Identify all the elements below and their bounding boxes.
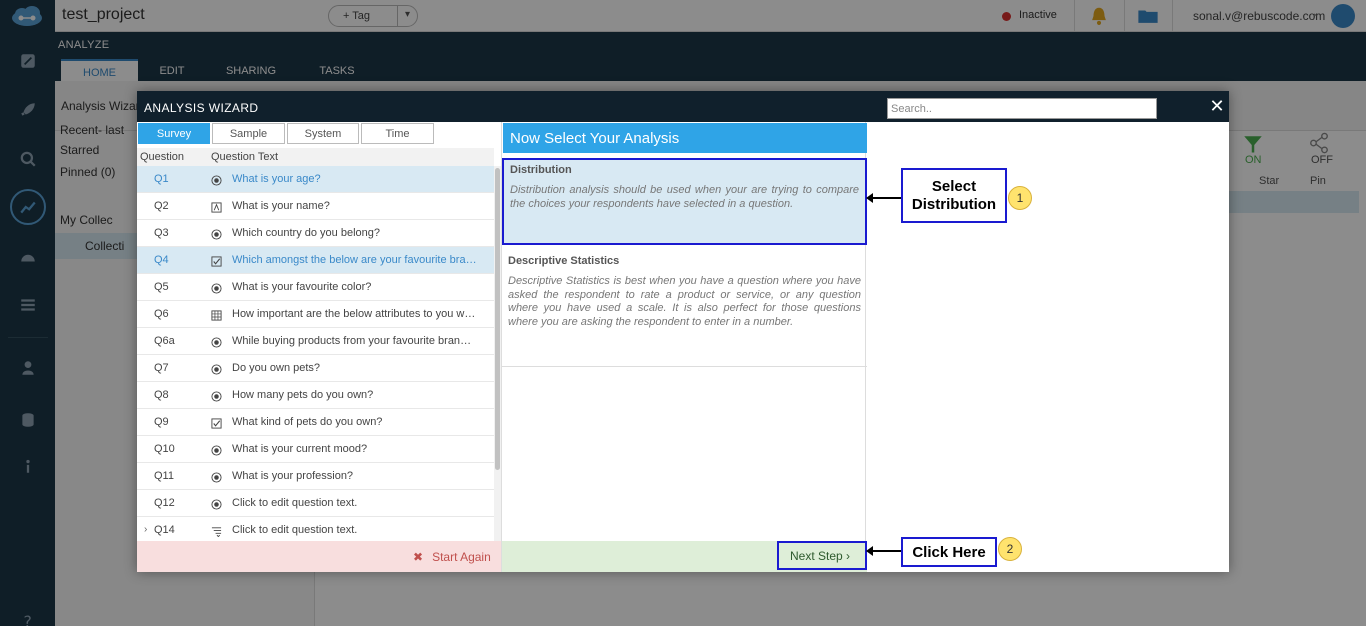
question-text: What is your current mood? — [232, 443, 368, 455]
tab-survey[interactable]: Survey — [138, 123, 210, 144]
radio-icon — [211, 337, 222, 348]
question-row[interactable]: Q7 Do you own pets? — [137, 355, 494, 382]
question-text: While buying products from your favourit… — [232, 335, 477, 347]
question-id: Q6a — [154, 335, 175, 347]
start-again-label: Start Again — [432, 550, 491, 564]
question-id: Q4 — [154, 254, 169, 266]
col-question-header: Question — [140, 151, 185, 163]
question-row[interactable]: Q5 What is your favourite color? — [137, 274, 494, 301]
question-text: What is your profession? — [232, 470, 354, 482]
question-text: Do you own pets? — [232, 362, 321, 374]
callout-badge-2: 2 — [998, 537, 1022, 561]
source-tabs: Survey Sample System Time — [137, 122, 501, 148]
question-text: What is your name? — [232, 200, 330, 212]
question-scroll-thumb[interactable] — [495, 168, 500, 470]
close-x-icon: ✖ — [413, 550, 424, 564]
question-id: Q12 — [154, 497, 175, 509]
question-id: Q14 — [154, 524, 175, 536]
question-row[interactable]: Q8 How many pets do you own? — [137, 382, 494, 409]
radio-icon — [211, 229, 222, 240]
analysis-wizard-modal: ANALYSIS WIZARD ✕ Survey Sample System T… — [137, 91, 1229, 572]
text-icon — [211, 202, 222, 213]
checkbox-icon — [211, 418, 222, 429]
modal-header: ANALYSIS WIZARD ✕ — [137, 91, 1229, 122]
question-id: Q5 — [154, 281, 169, 293]
question-row[interactable]: Q1 What is your age? — [137, 166, 494, 193]
start-again-button[interactable]: ✖ Start Again — [413, 550, 491, 564]
question-id: Q6 — [154, 308, 169, 320]
analysis-header: Now Select Your Analysis — [503, 123, 867, 153]
question-row[interactable]: Q3 Which country do you belong? — [137, 220, 494, 247]
question-row[interactable]: Q9 What kind of pets do you own? — [137, 409, 494, 436]
question-id: Q1 — [154, 173, 169, 185]
radio-icon — [211, 364, 222, 375]
callout-badge-1: 1 — [1008, 186, 1032, 210]
search-input[interactable] — [887, 98, 1157, 119]
question-row[interactable]: Q4 Which amongst the below are your favou… — [137, 247, 494, 274]
question-row[interactable]: Q6 How important are the below attributes… — [137, 301, 494, 328]
callout-arrow-1 — [866, 193, 901, 203]
question-list: Q1 What is your age? Q2 What is your name? Q… — [137, 166, 494, 541]
grid-icon — [211, 310, 222, 321]
analysis-column: Now Select Your Analysis Distribution Di… — [501, 122, 867, 572]
analysis-description: Descriptive Statistics is best when you … — [508, 275, 861, 328]
left-footer: ✖ Start Again — [137, 541, 501, 572]
question-id: Q7 — [154, 362, 169, 374]
radio-icon — [211, 283, 222, 294]
analysis-title: Descriptive Statistics — [508, 255, 620, 267]
analysis-title: Distribution — [510, 164, 572, 176]
analysis-option-distribution[interactable]: Distribution Distribution analysis shoul… — [502, 158, 867, 245]
question-text: How important are the below attributes t… — [232, 308, 477, 320]
radio-icon — [211, 499, 222, 510]
analysis-description: Distribution analysis should be used whe… — [510, 184, 859, 210]
close-icon[interactable]: ✕ — [1209, 97, 1225, 115]
question-text: What kind of pets do you own? — [232, 416, 383, 428]
radio-icon — [211, 391, 222, 402]
question-row[interactable]: Q12 Click to edit question text. — [137, 490, 494, 517]
callout-click-here: Click Here — [901, 537, 997, 567]
question-id: Q11 — [154, 470, 174, 482]
question-text: How many pets do you own? — [232, 389, 374, 401]
question-text: Click to edit question text. — [232, 497, 358, 509]
question-table-header: Question Question Text — [137, 148, 494, 166]
col-question-text-header: Question Text — [211, 151, 279, 163]
callout-select-distribution: Select Distribution — [901, 168, 1007, 223]
question-id: Q8 — [154, 389, 169, 401]
question-text: What is your age? — [232, 173, 321, 185]
question-id: Q10 — [154, 443, 175, 455]
question-id: Q9 — [154, 416, 169, 428]
tab-sample[interactable]: Sample — [212, 123, 285, 144]
question-row[interactable]: Q10 What is your current mood? — [137, 436, 494, 463]
question-row[interactable]: Q6a While buying products from your favou… — [137, 328, 494, 355]
question-id: Q3 — [154, 227, 169, 239]
question-row[interactable]: › Q14 Click to edit question text. — [137, 517, 494, 541]
callout-arrow-2 — [866, 546, 901, 556]
radio-icon — [211, 472, 222, 483]
question-row[interactable]: Q11 What is your profession? — [137, 463, 494, 490]
tab-time[interactable]: Time — [361, 123, 434, 144]
next-step-button[interactable]: Next Step › — [777, 541, 867, 570]
question-text: Which country do you belong? — [232, 227, 380, 239]
expand-chevron-icon[interactable]: › — [144, 524, 147, 535]
radio-icon — [211, 445, 222, 456]
modal-title: ANALYSIS WIZARD — [144, 101, 259, 115]
tab-system[interactable]: System — [287, 123, 359, 144]
question-text: What is your favourite color? — [232, 281, 372, 293]
question-row[interactable]: Q2 What is your name? — [137, 193, 494, 220]
analysis-option-descriptive-statistics[interactable]: Descriptive Statistics Descriptive Stati… — [502, 251, 867, 333]
question-text: Which amongst the below are your favouri… — [232, 254, 477, 266]
question-text: Click to edit question text. — [232, 524, 358, 536]
question-id: Q2 — [154, 200, 169, 212]
radio-icon — [211, 175, 222, 186]
checkbox-icon — [211, 256, 222, 267]
list-icon — [211, 526, 222, 538]
